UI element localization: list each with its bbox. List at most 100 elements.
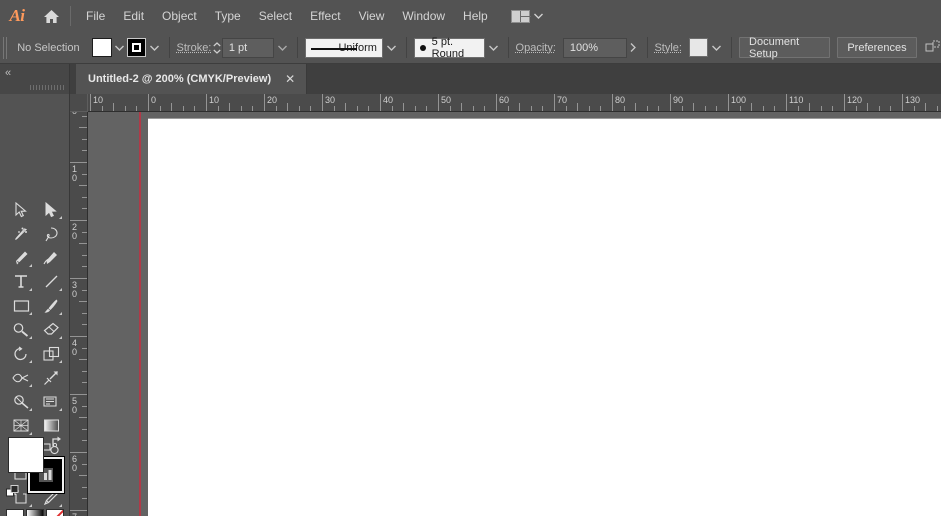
stroke-weight-dropdown-caret[interactable] xyxy=(275,38,290,58)
menu-item-file[interactable]: File xyxy=(77,4,114,28)
menu-item-view[interactable]: View xyxy=(350,4,394,28)
ruler-tick-major xyxy=(438,94,439,112)
puppet-warp-tool[interactable] xyxy=(38,366,64,389)
fill-color-swatch[interactable] xyxy=(92,38,111,57)
style-label[interactable]: Style: xyxy=(654,42,682,54)
line-segment-tool[interactable] xyxy=(38,270,64,293)
color-swatch[interactable] xyxy=(6,509,24,516)
stroke-profile-dropdown[interactable]: Uniform xyxy=(305,38,383,58)
free-transform-tool[interactable] xyxy=(8,390,34,413)
brush-definition-label: 5 pt. Round xyxy=(432,36,479,60)
ruler-label: 130 xyxy=(905,95,920,105)
brush-definition-caret[interactable] xyxy=(486,38,501,58)
ruler-tick-minor xyxy=(79,301,88,302)
menu-item-list: File Edit Object Type Select Effect View… xyxy=(77,4,497,28)
ruler-tick-major xyxy=(90,94,91,112)
ruler-label: 70 xyxy=(557,95,567,105)
scale-tool[interactable] xyxy=(38,342,64,365)
menu-bar: Ai File Edit Object Type Select Effect V… xyxy=(0,0,941,32)
gradient-swatch[interactable] xyxy=(26,509,44,516)
default-fill-stroke-icon[interactable] xyxy=(6,485,20,499)
ruler-label: 10 xyxy=(93,95,103,105)
ruler-label: 50 xyxy=(72,397,82,415)
menu-item-window[interactable]: Window xyxy=(393,4,454,28)
menu-item-type[interactable]: Type xyxy=(206,4,250,28)
arrange-documents-button[interactable] xyxy=(507,7,547,26)
toolbar-drag-grip[interactable] xyxy=(30,85,64,90)
ruler-tick-minor xyxy=(79,243,88,244)
menu-item-edit[interactable]: Edit xyxy=(114,4,153,28)
ruler-label: 110 xyxy=(789,95,803,105)
shape-builder-tool[interactable] xyxy=(38,390,64,413)
document-tab[interactable]: Untitled-2 @ 200% (CMYK/Preview) ✕ xyxy=(76,64,307,94)
tool-flyout-indicator xyxy=(59,216,62,219)
ruler-tick-major xyxy=(148,94,149,112)
perspective-grid-tool[interactable] xyxy=(8,414,34,437)
opacity-label[interactable]: Opacity: xyxy=(516,42,556,54)
menu-item-help[interactable]: Help xyxy=(454,4,497,28)
double-chevron-left-icon[interactable]: « xyxy=(5,67,25,81)
type-tool[interactable] xyxy=(8,270,34,293)
artboard[interactable] xyxy=(148,118,941,516)
gradient-tool[interactable] xyxy=(38,414,64,437)
horizontal-ruler[interactable]: 10 0 10 20 30 40 50 60 70 80 90 100 110 120 130 xyxy=(88,94,941,112)
magic-wand-tool[interactable] xyxy=(8,222,34,245)
ruler-tick-major xyxy=(844,94,845,112)
stroke-color-swatch[interactable] xyxy=(127,38,146,57)
stroke-dropdown-caret[interactable] xyxy=(147,38,162,58)
shaper-tool[interactable] xyxy=(8,318,34,341)
menu-item-effect[interactable]: Effect xyxy=(301,4,349,28)
menu-item-object[interactable]: Object xyxy=(153,4,206,28)
style-dropdown-caret[interactable] xyxy=(709,38,724,58)
stroke-weight-label[interactable]: Stroke: xyxy=(177,42,212,54)
transform-pin-icon[interactable] xyxy=(924,38,941,58)
stroke-profile-caret[interactable] xyxy=(384,38,399,58)
ruler-corner[interactable] xyxy=(70,94,88,112)
control-bar-grip[interactable] xyxy=(3,37,8,59)
ruler-label: 50 xyxy=(441,95,451,105)
graphic-style-swatch[interactable] xyxy=(689,38,708,57)
ruler-label: 0 xyxy=(72,112,82,116)
ruler-tick-minor xyxy=(635,103,636,112)
tool-flyout-indicator xyxy=(29,360,32,363)
lasso-tool[interactable] xyxy=(38,222,64,245)
rectangle-tool[interactable] xyxy=(8,294,34,317)
ruler-tick-major xyxy=(264,94,265,112)
fill-indicator-swatch[interactable] xyxy=(8,437,44,473)
paintbrush-tool[interactable] xyxy=(38,294,64,317)
vertical-ruler[interactable]: 010203040506070 xyxy=(70,112,88,516)
none-swatch[interactable] xyxy=(46,509,64,516)
swap-fill-stroke-icon[interactable] xyxy=(50,435,64,449)
width-tool[interactable] xyxy=(8,366,34,389)
close-icon[interactable]: ✕ xyxy=(283,72,297,86)
ruler-label: 10 xyxy=(209,95,219,105)
opacity-input[interactable]: 100% xyxy=(563,38,628,58)
chevron-down-icon xyxy=(534,13,543,19)
stroke-weight-stepper[interactable] xyxy=(211,38,221,58)
menu-item-select[interactable]: Select xyxy=(250,4,301,28)
curvature-tool[interactable] xyxy=(38,246,64,269)
preferences-button[interactable]: Preferences xyxy=(837,37,916,58)
eraser-tool[interactable] xyxy=(38,318,64,341)
direct-selection-tool[interactable] xyxy=(38,198,64,221)
stroke-weight-input[interactable]: 1 pt xyxy=(222,38,274,58)
pen-tool[interactable] xyxy=(8,246,34,269)
ruler-tick-major xyxy=(728,94,729,112)
brush-definition-dropdown[interactable]: 5 pt. Round xyxy=(414,38,485,58)
opacity-expand-icon[interactable] xyxy=(627,38,639,58)
rotate-tool[interactable] xyxy=(8,342,34,365)
ruler-label: 10 xyxy=(72,165,82,183)
tool-flyout-indicator xyxy=(59,336,62,339)
tool-flyout-indicator xyxy=(59,360,62,363)
selection-tool[interactable] xyxy=(8,198,34,221)
tool-flyout-indicator xyxy=(29,384,32,387)
fill-dropdown-caret[interactable] xyxy=(113,38,128,58)
ruler-label: 80 xyxy=(615,95,625,105)
canvas-area[interactable] xyxy=(88,112,941,516)
control-divider-4 xyxy=(508,37,509,58)
home-icon[interactable] xyxy=(34,0,68,32)
ruler-tick-minor xyxy=(867,103,868,112)
document-setup-button[interactable]: Document Setup xyxy=(739,37,830,58)
ruler-label: 90 xyxy=(673,95,683,105)
tool-flyout-indicator xyxy=(59,408,62,411)
